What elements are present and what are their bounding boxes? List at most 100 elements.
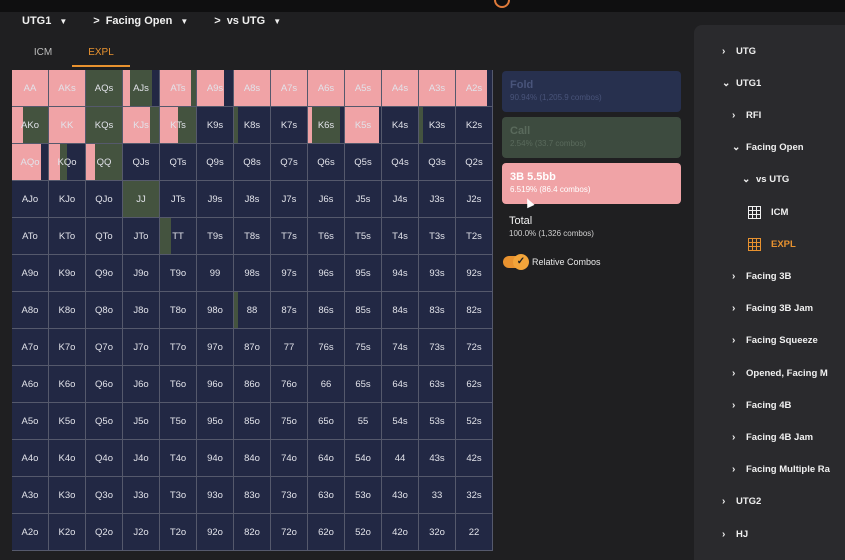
hand-cell[interactable]: T8o [160,292,197,329]
hand-cell[interactable]: KTs [160,107,197,144]
tree-item[interactable]: › Facing 4B Jam [732,429,813,445]
hand-cell[interactable]: T9s [197,218,234,255]
relative-combos-toggle[interactable]: ✓ Relative Combos [503,254,601,270]
hand-cell[interactable]: 96o [197,366,234,403]
hand-cell[interactable]: 33 [419,477,456,514]
hand-cell[interactable]: JJ [123,181,160,218]
hand-cell[interactable]: J4s [382,181,419,218]
hand-cell[interactable]: J2o [123,514,160,551]
hand-cell[interactable]: 76s [308,329,345,366]
hand-cell[interactable]: T8s [234,218,271,255]
tab-expl[interactable]: EXPL [72,41,130,67]
hand-cell[interactable]: AQs [86,70,123,107]
hand-cell[interactable]: QQ [86,144,123,181]
hand-cell[interactable]: Q4s [382,144,419,181]
hand-cell[interactable]: 64o [308,440,345,477]
hand-cell[interactable]: QJo [86,181,123,218]
hand-cell[interactable]: T3s [419,218,456,255]
hand-cell[interactable]: T4s [382,218,419,255]
hand-cell[interactable]: A7o [12,329,49,366]
hand-cell[interactable]: Q9o [86,255,123,292]
hand-cell[interactable]: T2o [160,514,197,551]
hand-cell[interactable]: AA [12,70,49,107]
tree-item[interactable]: › Facing 3B [732,268,791,284]
breadcrumb-item-position[interactable]: UTG1 ▼ [22,15,67,27]
hand-cell[interactable]: 99 [197,255,234,292]
hand-cell[interactable]: KK [49,107,86,144]
hand-cell[interactable]: Q3o [86,477,123,514]
hand-cell[interactable]: QTo [86,218,123,255]
hand-cell[interactable]: K3o [49,477,86,514]
breadcrumb-item-opponent[interactable]: > vs UTG ▼ [214,15,281,27]
hand-cell[interactable]: 63s [419,366,456,403]
hand-cell[interactable]: K4o [49,440,86,477]
hand-cell[interactable]: Q5o [86,403,123,440]
hand-cell[interactable]: Q7s [271,144,308,181]
hand-cell[interactable]: T5s [345,218,382,255]
hand-cell[interactable]: 32s [456,477,493,514]
tree-item[interactable]: › UTG [722,43,756,59]
action-fold[interactable]: Fold 90.94% (1,205.9 combos) [502,71,681,112]
hand-cell[interactable]: Q7o [86,329,123,366]
hand-cell[interactable]: 85o [234,403,271,440]
hand-cell[interactable]: 86s [308,292,345,329]
hand-cell[interactable]: 76o [271,366,308,403]
hand-cell[interactable]: 83o [234,477,271,514]
hand-cell[interactable]: 52o [345,514,382,551]
hand-cell[interactable]: T3o [160,477,197,514]
hand-cell[interactable]: AKs [49,70,86,107]
hand-cell[interactable]: J7o [123,329,160,366]
hand-cell[interactable]: T9o [160,255,197,292]
hand-cell[interactable]: A9s [197,70,234,107]
hand-cell[interactable]: A5s [345,70,382,107]
tab-icm[interactable]: ICM [14,41,72,67]
hand-cell[interactable]: T2s [456,218,493,255]
hand-cell[interactable]: 75o [271,403,308,440]
hand-cell[interactable]: QJs [123,144,160,181]
hand-cell[interactable]: 87s [271,292,308,329]
hand-cell[interactable]: A7s [271,70,308,107]
hand-cell[interactable]: 87o [234,329,271,366]
hand-cell[interactable]: 44 [382,440,419,477]
hand-cell[interactable]: Q3s [419,144,456,181]
hand-cell[interactable]: K7o [49,329,86,366]
hand-cell[interactable]: 82s [456,292,493,329]
hand-cell[interactable]: AJo [12,181,49,218]
hand-cell[interactable]: KQo [49,144,86,181]
hand-cell[interactable]: 62o [308,514,345,551]
hand-cell[interactable]: ATo [12,218,49,255]
hand-cell[interactable]: 85s [345,292,382,329]
hand-cell[interactable]: A4s [382,70,419,107]
hand-cell[interactable]: T4o [160,440,197,477]
hand-cell[interactable]: K4s [382,107,419,144]
hand-cell[interactable]: J3o [123,477,160,514]
hand-cell[interactable]: A3s [419,70,456,107]
hand-cell[interactable]: KQs [86,107,123,144]
hand-cell[interactable]: J7s [271,181,308,218]
hand-cell[interactable]: A8s [234,70,271,107]
hand-cell[interactable]: 65o [308,403,345,440]
hand-cell[interactable]: 84o [234,440,271,477]
hand-cell[interactable]: 92o [197,514,234,551]
hand-cell[interactable]: K6o [49,366,86,403]
hand-cell[interactable]: A8o [12,292,49,329]
hand-cell[interactable]: 83s [419,292,456,329]
hand-cell[interactable]: KJo [49,181,86,218]
tree-item[interactable]: ICM [748,204,788,220]
hand-cell[interactable]: T6s [308,218,345,255]
hand-cell[interactable]: A6s [308,70,345,107]
hand-cell[interactable]: 53s [419,403,456,440]
hand-cell[interactable]: Q8o [86,292,123,329]
hand-cell[interactable]: J5o [123,403,160,440]
hand-cell[interactable]: A9o [12,255,49,292]
hand-cell[interactable]: 32o [419,514,456,551]
hand-cell[interactable]: A4o [12,440,49,477]
hand-cell[interactable]: 92s [456,255,493,292]
hand-cell[interactable]: J2s [456,181,493,218]
hand-cell[interactable]: 55 [345,403,382,440]
tree-item[interactable]: › Opened, Facing M [732,365,828,381]
hand-cell[interactable]: 84s [382,292,419,329]
hand-cell[interactable]: K5s [345,107,382,144]
tree-item[interactable]: ⌄ UTG1 [722,75,761,91]
hand-cell[interactable]: A2o [12,514,49,551]
